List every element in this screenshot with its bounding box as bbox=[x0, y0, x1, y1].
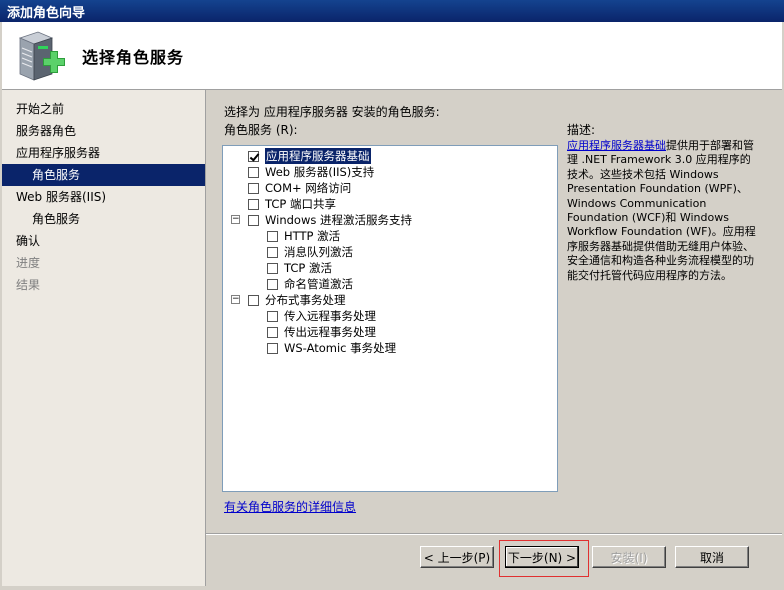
divider bbox=[206, 533, 782, 535]
tree-item-label: COM+ 网络访问 bbox=[265, 181, 352, 195]
server-add-icon bbox=[18, 31, 65, 81]
checkbox[interactable] bbox=[267, 278, 278, 290]
checkbox[interactable] bbox=[248, 294, 259, 306]
tree-item-label: TCP 激活 bbox=[284, 261, 332, 275]
checkbox[interactable] bbox=[267, 262, 278, 274]
checkbox[interactable] bbox=[267, 310, 278, 322]
sidebar-item-web-server-iis[interactable]: Web 服务器(IIS) bbox=[2, 186, 205, 208]
tree-item-label: 命名管道激活 bbox=[284, 277, 353, 291]
sidebar-item-confirmation[interactable]: 确认 bbox=[2, 230, 205, 252]
title-bar: 添加角色向导 bbox=[0, 0, 784, 22]
tree-item-tcp-port-sharing[interactable]: TCP 端口共享 bbox=[248, 196, 336, 212]
tree-item-label: 应用程序服务器基础 bbox=[265, 148, 371, 164]
description-heading: 描述: bbox=[567, 123, 596, 137]
checkbox[interactable] bbox=[267, 230, 278, 242]
more-info-link[interactable]: 有关角色服务的详细信息 bbox=[224, 498, 356, 515]
checkbox[interactable] bbox=[248, 198, 259, 210]
tree-item-label: 传入远程事务处理 bbox=[284, 309, 376, 323]
tree-item-label: TCP 端口共享 bbox=[265, 197, 336, 211]
tree-item-outgoing-remote-tx[interactable]: 传出远程事务处理 bbox=[267, 324, 376, 340]
checkbox[interactable] bbox=[267, 342, 278, 354]
wizard-header: 选择角色服务 bbox=[2, 22, 782, 90]
role-services-label: 角色服务 (R): bbox=[224, 123, 298, 137]
tree-item-label: 传出远程事务处理 bbox=[284, 325, 376, 339]
tree-item-named-pipes-activation[interactable]: 命名管道激活 bbox=[267, 276, 353, 292]
tree-item-label: HTTP 激活 bbox=[284, 229, 341, 243]
page-title: 选择角色服务 bbox=[82, 48, 185, 67]
tree-item-label: WS-Atomic 事务处理 bbox=[284, 341, 397, 355]
install-button[interactable]: 安装(I) bbox=[592, 546, 666, 568]
tree-item-tcp-activation[interactable]: TCP 激活 bbox=[267, 260, 332, 276]
checkbox[interactable] bbox=[248, 214, 259, 226]
sidebar-item-web-role-services[interactable]: 角色服务 bbox=[2, 208, 205, 230]
sidebar-item-server-roles[interactable]: 服务器角色 bbox=[2, 120, 205, 142]
description-link[interactable]: 应用程序服务器基础 bbox=[567, 139, 666, 152]
cancel-button[interactable]: 取消 bbox=[675, 546, 749, 568]
checkbox[interactable] bbox=[267, 246, 278, 258]
collapse-icon[interactable]: − bbox=[231, 215, 240, 224]
sidebar-item-results: 结果 bbox=[16, 278, 41, 292]
sidebar-item-app-role-services[interactable]: 角色服务 bbox=[2, 164, 205, 186]
tree-item-label: Windows 进程激活服务支持 bbox=[265, 213, 412, 227]
tree-item-http-activation[interactable]: HTTP 激活 bbox=[267, 228, 340, 244]
tree-item-label: Web 服务器(IIS)支持 bbox=[265, 165, 375, 179]
checkbox[interactable] bbox=[248, 166, 259, 178]
tree-item-com-network-access[interactable]: COM+ 网络访问 bbox=[248, 180, 351, 196]
tree-item-ws-atomic-tx[interactable]: WS-Atomic 事务处理 bbox=[267, 340, 396, 356]
description-body: 提供用于部署和管理 .NET Framework 3.0 应用程序的技术。这些技… bbox=[567, 139, 756, 282]
tree-item-web-server-support[interactable]: Web 服务器(IIS)支持 bbox=[248, 164, 374, 180]
tree-item-distributed-transactions[interactable]: 分布式事务处理 bbox=[248, 292, 346, 308]
checkbox[interactable] bbox=[267, 326, 278, 338]
tree-item-app-server-foundation[interactable]: 应用程序服务器基础 bbox=[248, 148, 371, 164]
checkbox-checked[interactable] bbox=[248, 150, 259, 162]
window-title: 添加角色向导 bbox=[7, 5, 86, 21]
back-button[interactable]: < 上一步(P) bbox=[420, 546, 494, 568]
tree-item-incoming-remote-tx[interactable]: 传入远程事务处理 bbox=[267, 308, 376, 324]
role-services-tree[interactable]: 应用程序服务器基础 Web 服务器(IIS)支持 COM+ 网络访问 TCP 端… bbox=[222, 145, 558, 492]
tree-item-label: 分布式事务处理 bbox=[265, 293, 346, 307]
checkbox[interactable] bbox=[248, 182, 259, 194]
next-button[interactable]: 下一步(N) > bbox=[505, 546, 579, 568]
sidebar-item-before-you-begin[interactable]: 开始之前 bbox=[2, 98, 205, 120]
tree-item-label: 消息队列激活 bbox=[284, 245, 353, 259]
wizard-step-sidebar: 开始之前 服务器角色 应用程序服务器 角色服务 Web 服务器(IIS) 角色服… bbox=[2, 90, 206, 586]
tree-item-msmq-activation[interactable]: 消息队列激活 bbox=[267, 244, 353, 260]
collapse-icon[interactable]: − bbox=[231, 295, 240, 304]
sidebar-item-application-server[interactable]: 应用程序服务器 bbox=[2, 142, 205, 164]
sidebar-item-progress: 进度 bbox=[16, 256, 41, 270]
description-text: 应用程序服务器基础提供用于部署和管理 .NET Framework 3.0 应用… bbox=[567, 139, 757, 283]
intro-text: 选择为 应用程序服务器 安装的角色服务: bbox=[224, 105, 440, 119]
tree-item-was-support[interactable]: Windows 进程激活服务支持 bbox=[248, 212, 412, 228]
